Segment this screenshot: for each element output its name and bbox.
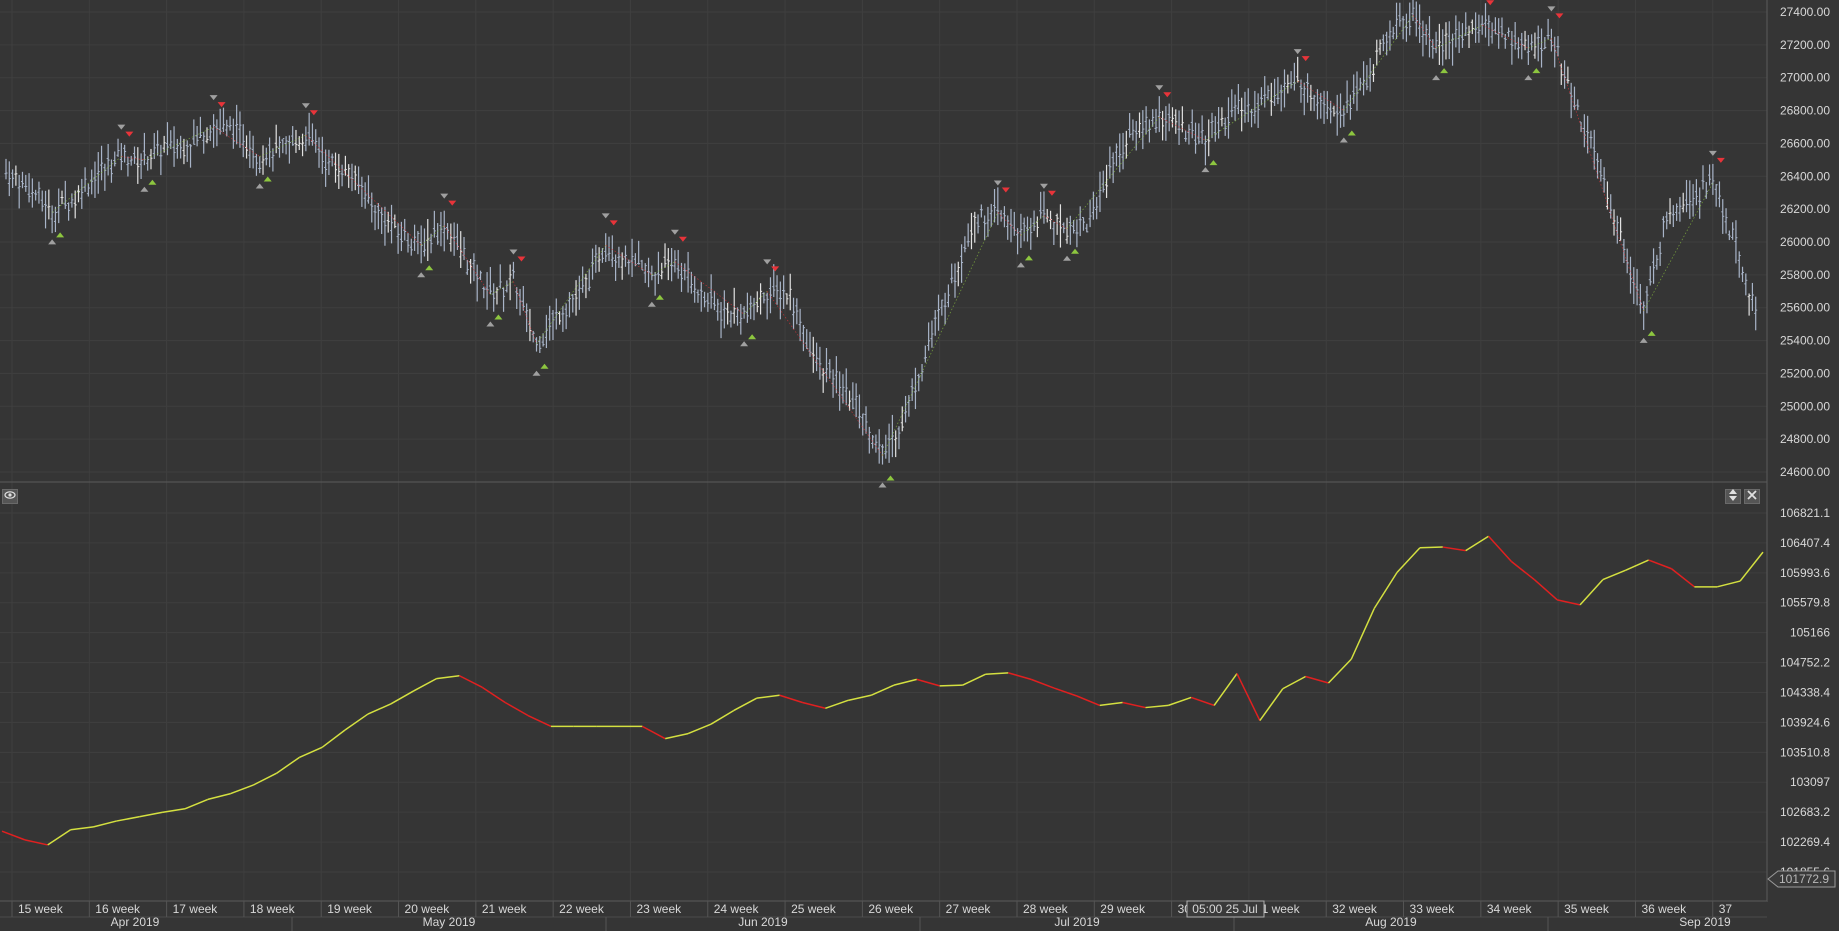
week-label: 27 week <box>946 902 992 916</box>
equity-tick-label: 105993.6 <box>1780 566 1830 580</box>
week-label: 22 week <box>559 902 605 916</box>
month-label: May 2019 <box>423 915 476 929</box>
week-label: 25 week <box>791 902 837 916</box>
pane-close-button[interactable] <box>1744 489 1760 504</box>
week-label: 16 week <box>95 902 141 916</box>
price-tick-label: 26600.00 <box>1780 136 1830 150</box>
equity-last-value-tag: 101772.9 <box>1767 870 1836 888</box>
price-tick-label: 25000.00 <box>1780 399 1830 413</box>
week-label: 29 week <box>1100 902 1146 916</box>
equity-last-value: 101772.9 <box>1779 872 1829 886</box>
week-label: 36 week <box>1641 902 1687 916</box>
equity-tick-label: 106407.4 <box>1780 536 1830 550</box>
price-tick-label: 25400.00 <box>1780 334 1830 348</box>
price-tick-label: 26800.00 <box>1780 104 1830 118</box>
week-label: 24 week <box>714 902 760 916</box>
week-label: 18 week <box>250 902 296 916</box>
week-label: 28 week <box>1023 902 1069 916</box>
equity-tick-label: 102269.4 <box>1780 835 1830 849</box>
price-tick-label: 27400.00 <box>1780 5 1830 19</box>
price-tick-label: 25200.00 <box>1780 366 1830 380</box>
week-label: 34 week <box>1487 902 1533 916</box>
equity-tick-label: 104752.2 <box>1780 656 1830 670</box>
crosshair-time-label: 05:00 25 Jul <box>1186 900 1265 918</box>
week-label: 33 week <box>1410 902 1456 916</box>
price-tick-label: 27200.00 <box>1780 38 1830 52</box>
price-tick-label: 27000.00 <box>1780 71 1830 85</box>
equity-tick-label: 103510.8 <box>1780 745 1830 759</box>
month-label: Jul 2019 <box>1054 915 1100 929</box>
equity-line-segment <box>939 684 963 687</box>
price-tick-label: 25800.00 <box>1780 268 1830 282</box>
pane-resize-button[interactable] <box>1725 489 1741 504</box>
equity-tick-label: 105166 <box>1790 626 1830 640</box>
month-label: Jun 2019 <box>738 915 788 929</box>
month-label: Aug 2019 <box>1365 915 1417 929</box>
pane-visibility-button[interactable] <box>2 489 18 504</box>
month-label: Apr 2019 <box>111 915 160 929</box>
eye-icon <box>4 490 16 503</box>
time-axis[interactable]: 15 week 16 week 17 week 18 week 19 week 20 we… <box>0 900 1767 931</box>
crosshair-time-text: 05:00 25 Jul <box>1192 902 1257 916</box>
price-tick-label: 24800.00 <box>1780 432 1830 446</box>
week-label: 19 week <box>327 902 373 916</box>
week-label: 35 week <box>1564 902 1610 916</box>
equity-line-segment <box>1419 546 1443 549</box>
week-label: 21 week <box>482 902 528 916</box>
month-label: Sep 2019 <box>1679 915 1731 929</box>
price-tick-label: 25600.00 <box>1780 301 1830 315</box>
price-axis: 27400.00 27200.00 27000.00 26800.00 26600.00… <box>1780 5 1830 479</box>
price-tick-label: 26000.00 <box>1780 235 1830 249</box>
equity-tick-label: 105579.8 <box>1780 596 1830 610</box>
price-tick-label: 26400.00 <box>1780 169 1830 183</box>
price-tick-label: 24600.00 <box>1780 465 1830 479</box>
equity-tick-label: 104338.4 <box>1780 685 1830 699</box>
week-label: 17 week <box>173 902 219 916</box>
week-label: 23 week <box>636 902 682 916</box>
close-icon <box>1747 490 1757 503</box>
trading-chart[interactable]: 27400.00 27200.00 27000.00 26800.00 26600.00… <box>0 0 1839 931</box>
week-label: 37 <box>1719 902 1733 916</box>
updown-arrows-icon <box>1728 489 1738 504</box>
week-label: 20 week <box>405 902 451 916</box>
week-label: 26 week <box>868 902 914 916</box>
week-label: 15 week <box>18 902 64 916</box>
equity-tick-label: 103097 <box>1790 775 1830 789</box>
price-tick-label: 26200.00 <box>1780 202 1830 216</box>
week-label: 32 week <box>1332 902 1378 916</box>
equity-tick-label: 106821.1 <box>1780 506 1830 520</box>
equity-tick-label: 102683.2 <box>1780 805 1830 819</box>
equity-tick-label: 103924.6 <box>1780 715 1830 729</box>
